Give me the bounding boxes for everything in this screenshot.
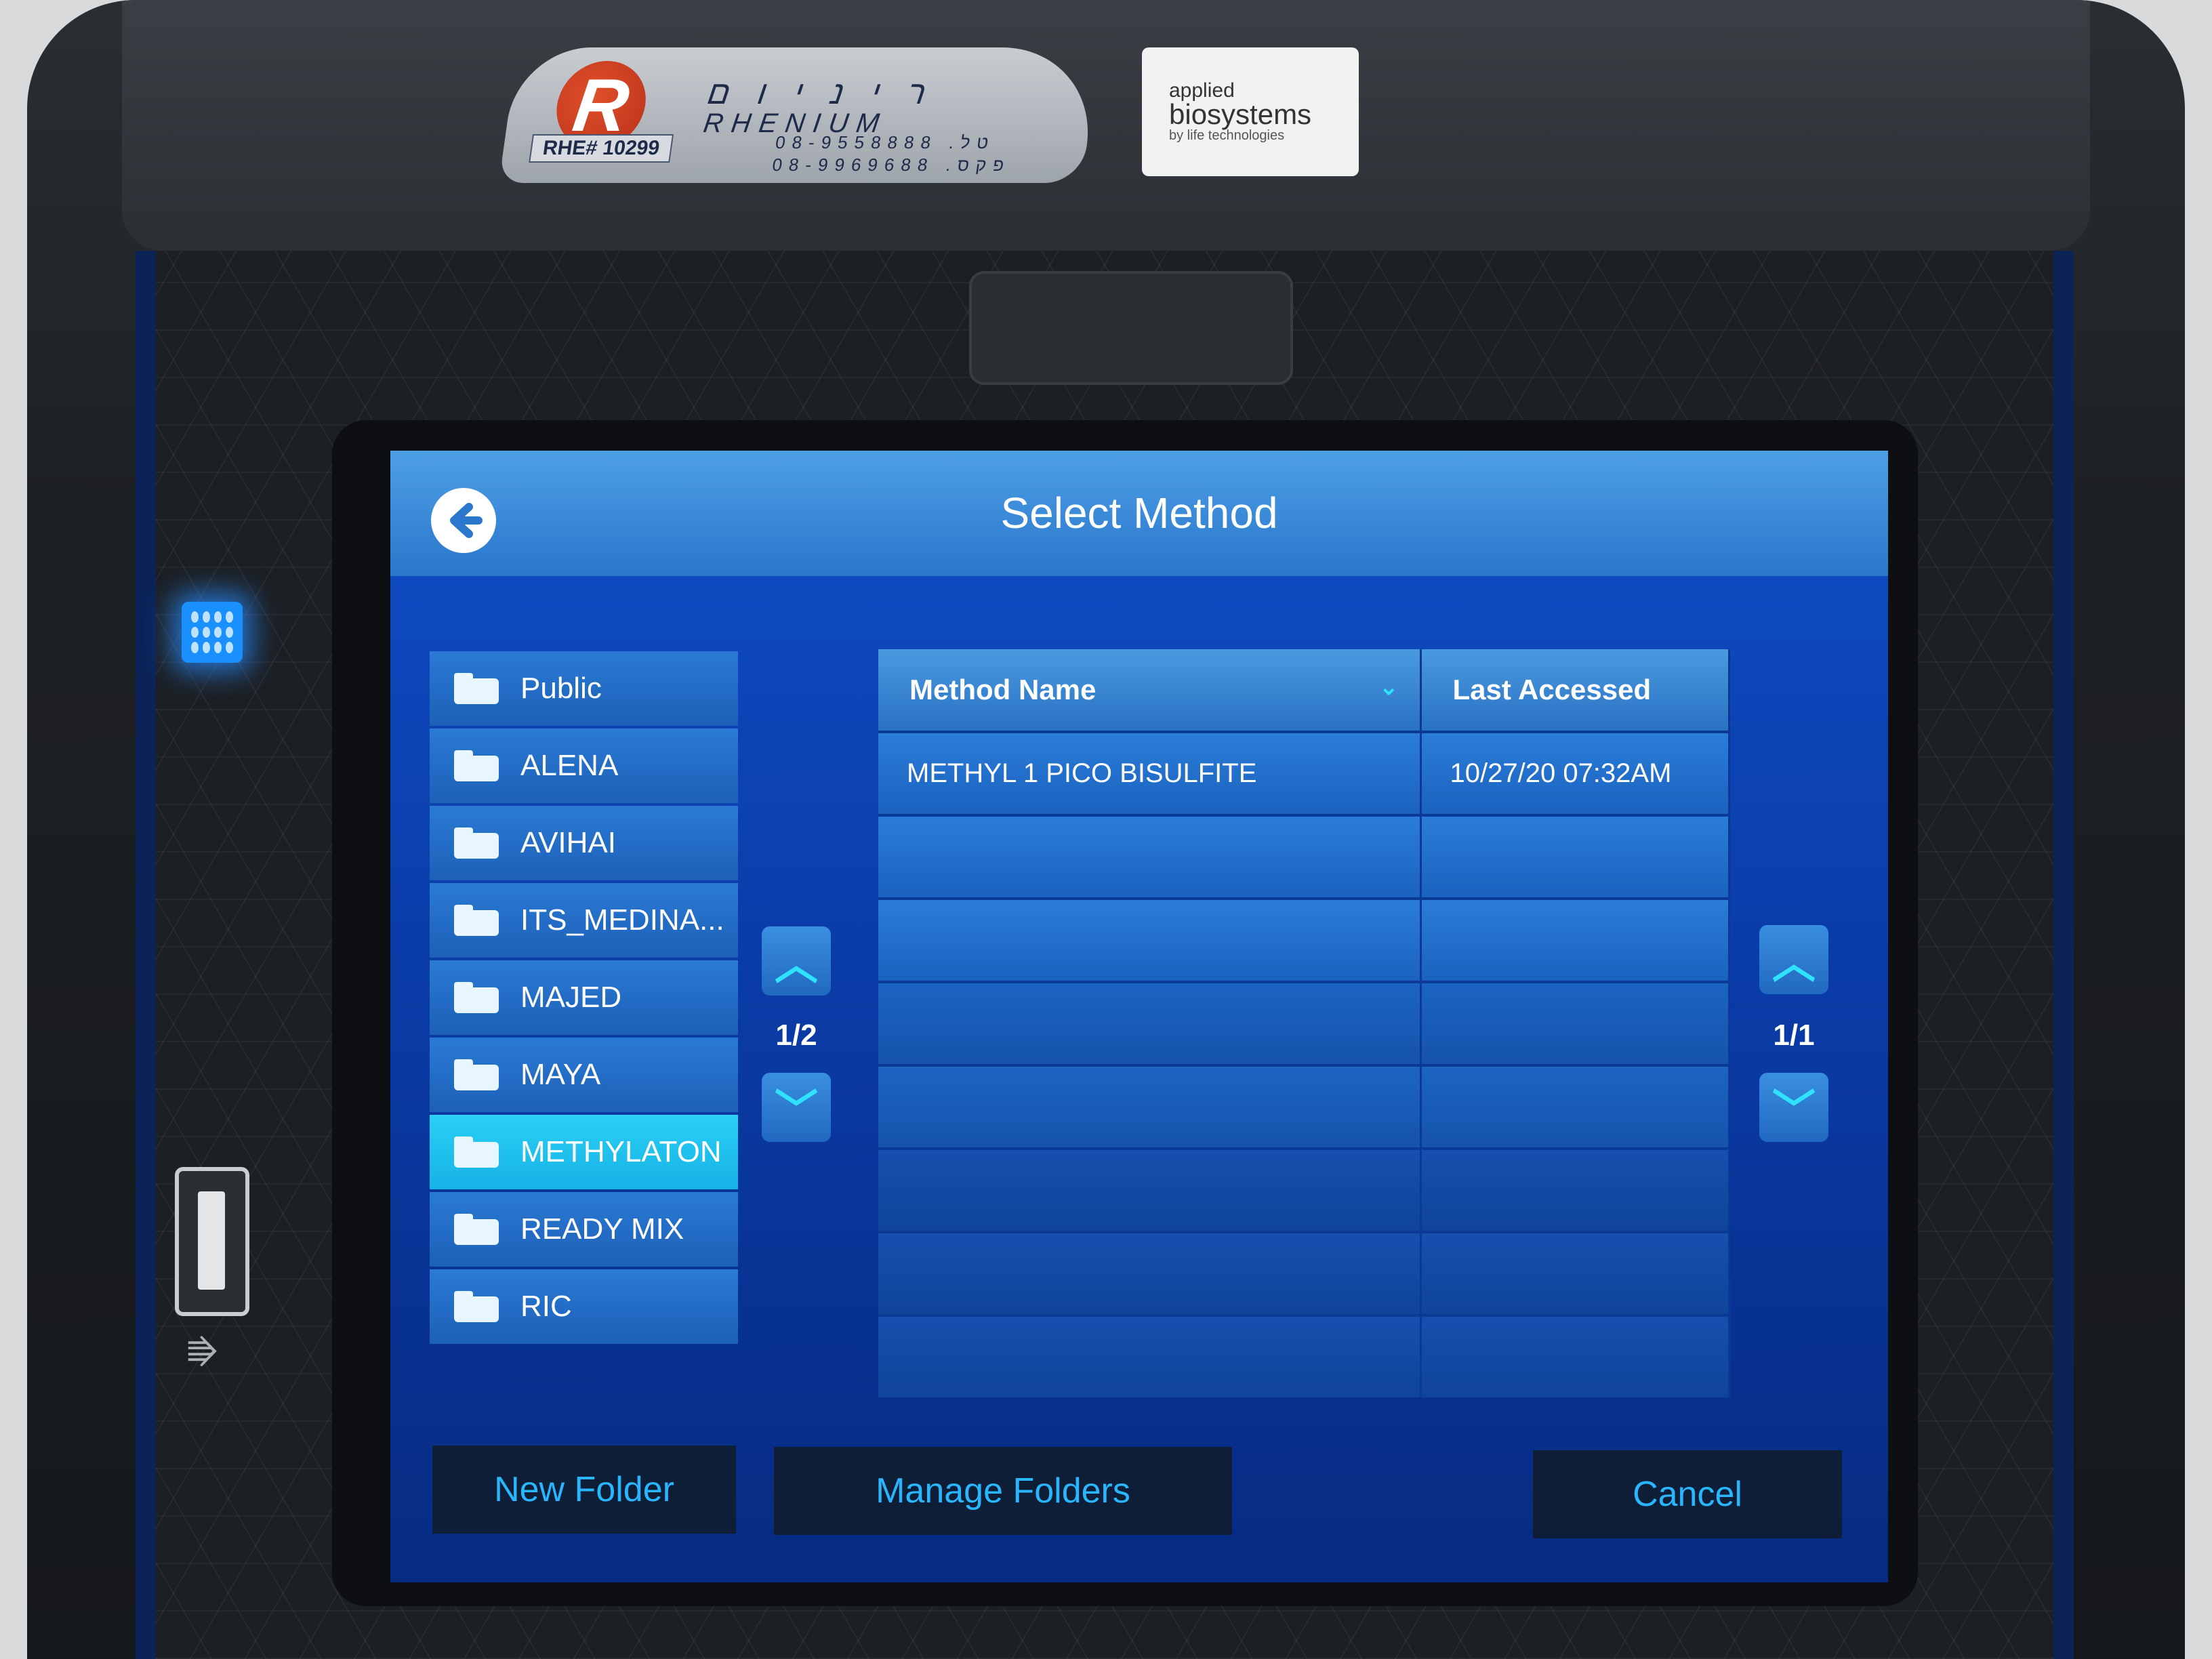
folder-label: RIC bbox=[520, 1290, 572, 1323]
method-name-cell bbox=[878, 897, 1422, 982]
method-page-indicator: 1/1 bbox=[1773, 1019, 1815, 1052]
method-name-cell bbox=[878, 1314, 1422, 1397]
last-accessed-cell bbox=[1420, 897, 1730, 982]
distributor-hebrew-name: ר י נ י ו ם bbox=[705, 75, 938, 111]
table-row[interactable]: METHYL 1 PICO BISULFITE 10/27/20 07:32AM bbox=[878, 731, 1730, 815]
title-bar: Select Method bbox=[390, 451, 1888, 576]
cancel-button[interactable]: Cancel bbox=[1533, 1450, 1842, 1538]
folder-item-public[interactable]: Public bbox=[430, 651, 738, 726]
new-folder-button[interactable]: New Folder bbox=[432, 1446, 736, 1534]
method-name-cell: METHYL 1 PICO BISULFITE bbox=[878, 731, 1422, 815]
folder-label: MAYA bbox=[520, 1058, 601, 1091]
power-led-icon bbox=[182, 602, 243, 663]
distributor-asset-id: RHE# 10299 bbox=[529, 134, 674, 163]
folder-label: AVIHAI bbox=[520, 826, 617, 859]
folder-icon bbox=[454, 1214, 499, 1245]
method-name-cell bbox=[878, 814, 1422, 899]
folder-scroll-up-button[interactable]: ︿ bbox=[762, 926, 831, 996]
folder-item-methylaton[interactable]: METHYLATON bbox=[430, 1115, 738, 1189]
column-header-method-name[interactable]: Method Name ⌄ bbox=[878, 649, 1422, 732]
manage-folders-button[interactable]: Manage Folders bbox=[774, 1447, 1232, 1535]
folder-page-indicator: 1/2 bbox=[775, 1019, 817, 1052]
folder-icon bbox=[454, 673, 499, 704]
last-accessed-cell bbox=[1420, 1064, 1730, 1149]
method-table: Method Name ⌄ Last Accessed METHYL 1 PIC… bbox=[878, 649, 1730, 1397]
manufacturer-line3: by life technologies bbox=[1169, 127, 1285, 143]
table-row[interactable] bbox=[878, 814, 1730, 899]
table-row[interactable] bbox=[878, 897, 1730, 982]
last-accessed-cell: 10/27/20 07:32AM bbox=[1420, 731, 1730, 815]
last-accessed-cell bbox=[1420, 981, 1730, 1065]
table-row[interactable] bbox=[878, 1147, 1730, 1232]
method-scroll-down-button[interactable]: ﹀ bbox=[1759, 1073, 1828, 1142]
method-name-cell bbox=[878, 1147, 1422, 1232]
folder-label: Public bbox=[520, 672, 602, 705]
folder-scroll-down-button[interactable]: ﹀ bbox=[762, 1073, 831, 1142]
folder-item-ready-mix[interactable]: READY MIX bbox=[430, 1192, 738, 1267]
folder-label: METHYLATON bbox=[520, 1135, 722, 1168]
device-top-panel: R ר י נ י ו ם RHENIUM RHE# 10299 08-9558… bbox=[122, 0, 2090, 251]
touch-screen: Select Method Public ALENA AVIHAI ITS_ME… bbox=[390, 451, 1888, 1582]
last-accessed-cell bbox=[1420, 814, 1730, 899]
folder-icon bbox=[454, 1136, 499, 1168]
folder-icon bbox=[454, 1291, 499, 1322]
table-row[interactable] bbox=[878, 1314, 1730, 1397]
chevron-down-icon: ﹀ bbox=[775, 1086, 818, 1135]
manufacturer-line2: biosystems bbox=[1169, 98, 1312, 130]
table-row[interactable] bbox=[878, 981, 1730, 1065]
folder-label: MAJED bbox=[520, 981, 622, 1014]
column-header-last-accessed[interactable]: Last Accessed bbox=[1420, 649, 1730, 732]
folder-icon bbox=[454, 1059, 499, 1090]
page-title: Select Method bbox=[1000, 489, 1278, 537]
folder-label: ALENA bbox=[520, 749, 619, 782]
sensor-window bbox=[969, 271, 1293, 385]
folder-icon bbox=[454, 905, 499, 936]
last-accessed-cell bbox=[1420, 1231, 1730, 1315]
manufacturer-line1: applied bbox=[1169, 79, 1235, 102]
folder-label: ITS_MEDINA... bbox=[520, 903, 724, 937]
method-name-cell bbox=[878, 1231, 1422, 1315]
folder-icon bbox=[454, 982, 499, 1013]
folder-item-maya[interactable]: MAYA bbox=[430, 1038, 738, 1112]
folder-list: Public ALENA AVIHAI ITS_MEDINA... MAJED … bbox=[430, 651, 738, 1347]
distributor-fax: 08-9969688 .פקס bbox=[771, 155, 1012, 175]
distributor-sticker: R ר י נ י ו ם RHENIUM RHE# 10299 08-9558… bbox=[498, 47, 1101, 183]
folder-item-ric[interactable]: RIC bbox=[430, 1269, 738, 1344]
chevron-down-icon: ﹀ bbox=[1772, 1086, 1816, 1135]
sort-down-icon: ⌄ bbox=[1379, 674, 1399, 700]
chevron-up-icon: ︿ bbox=[1772, 939, 1816, 987]
usb-icon: ⭆ bbox=[187, 1334, 218, 1372]
last-accessed-cell bbox=[1420, 1147, 1730, 1232]
method-name-cell bbox=[878, 981, 1422, 1065]
distributor-phone: 08-9558888 .טל bbox=[774, 132, 997, 152]
chevron-up-icon: ︿ bbox=[775, 940, 818, 989]
last-accessed-cell bbox=[1420, 1314, 1730, 1397]
folder-item-alena[interactable]: ALENA bbox=[430, 729, 738, 803]
table-header-row: Method Name ⌄ Last Accessed bbox=[878, 649, 1730, 732]
folder-icon bbox=[454, 750, 499, 781]
method-name-cell bbox=[878, 1064, 1422, 1149]
table-row[interactable] bbox=[878, 1064, 1730, 1149]
folder-item-avihai[interactable]: AVIHAI bbox=[430, 806, 738, 880]
manufacturer-badge: applied biosystems by life technologies bbox=[1142, 47, 1359, 176]
folder-icon bbox=[454, 827, 499, 859]
folder-label: READY MIX bbox=[520, 1212, 684, 1246]
method-scroll-up-button[interactable]: ︿ bbox=[1759, 925, 1828, 994]
usb-port[interactable] bbox=[175, 1167, 249, 1316]
table-row[interactable] bbox=[878, 1231, 1730, 1315]
folder-item-its-medina[interactable]: ITS_MEDINA... bbox=[430, 883, 738, 958]
folder-item-majed[interactable]: MAJED bbox=[430, 960, 738, 1035]
